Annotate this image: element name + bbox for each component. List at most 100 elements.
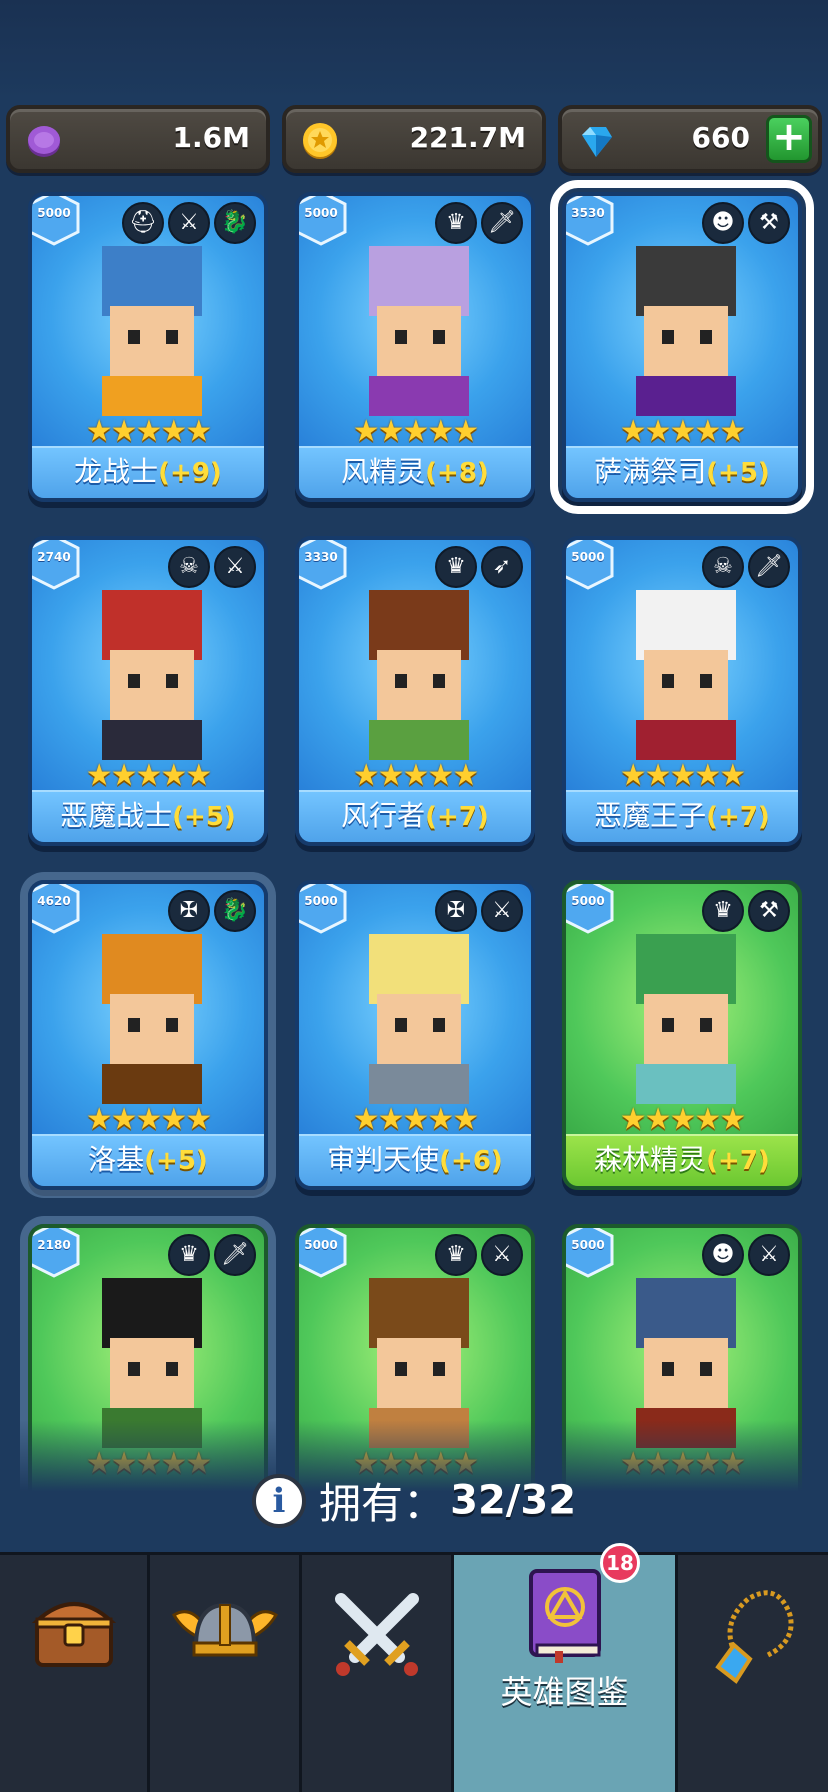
gold-coin-counter: 221.7M [282, 105, 546, 173]
power-value: 5000 [304, 206, 338, 220]
demon-icon: ☠ [702, 546, 744, 588]
hero-level: (+5) [172, 802, 236, 832]
gold-coin-icon [303, 123, 337, 159]
demon-icon: ☠ [168, 546, 210, 588]
tab-equipment[interactable] [678, 1555, 828, 1792]
star-rating: ★★★★★ [85, 1102, 212, 1137]
hero-name-bar: 森林精灵(+7) [566, 1134, 798, 1186]
hero-level: (+7) [706, 802, 770, 832]
tab-heroes[interactable] [150, 1555, 302, 1792]
hero-card[interactable]: 2740 ☠ ⚔ ★★★★★ 恶魔战士(+5) [28, 536, 268, 846]
power-value: 4620 [37, 894, 71, 908]
tab-hero-codex-label: 英雄图鉴 [500, 1673, 629, 1711]
hero-name: 风精灵 [341, 455, 426, 488]
info-icon[interactable]: i [251, 1473, 306, 1528]
hero-level: (+9) [158, 458, 222, 488]
add-gems-button[interactable]: + [766, 115, 812, 163]
hero-name: 审判天使 [327, 1143, 440, 1176]
power-value: 5000 [571, 894, 605, 908]
status-bar-area [0, 0, 828, 100]
purple-coin-icon [28, 126, 60, 157]
hero-portrait [102, 590, 202, 760]
hero-card[interactable]: 3530 ☻ ⚒ ★★★★★ 萨满祭司(+5) [550, 180, 814, 514]
sword-icon: ⚔ [481, 1234, 523, 1276]
star-rating: ★★★★★ [85, 758, 212, 793]
hero-level: (+5) [706, 458, 770, 488]
gem-icon [582, 127, 612, 157]
star-rating: ★★★★★ [619, 414, 746, 449]
hero-card[interactable]: 3330 ♛ ➶ ★★★★★ 风行者(+7) [295, 536, 535, 846]
orc-icon: ☻ [702, 202, 744, 244]
hero-card[interactable]: 5000 ⛑ ⚔ 🐉 ★★★★★ 龙战士(+9) [28, 192, 268, 502]
spellbook-icon [528, 1569, 601, 1663]
dagger-icon: 🗡 [748, 546, 790, 588]
hero-level: (+6) [439, 1146, 503, 1176]
hero-card[interactable]: 5000 ☠ 🗡 ★★★★★ 恶魔王子(+7) [562, 536, 802, 846]
hero-name: 洛基 [88, 1143, 145, 1176]
star-rating: ★★★★★ [619, 758, 746, 793]
power-value: 3530 [571, 206, 605, 220]
gem-counter: 660 + [558, 105, 822, 173]
tab-battle[interactable] [302, 1555, 454, 1792]
bottom-tab-bar: 18 英雄图鉴 [0, 1543, 828, 1792]
viking-helmet-icon [171, 1602, 278, 1657]
angel-icon: ✠ [168, 890, 210, 932]
star-rating: ★★★★★ [619, 1102, 746, 1137]
hero-name-bar: 风精灵(+8) [299, 446, 531, 498]
treasure-chest-icon [31, 1602, 116, 1667]
gold-coin-value: 221.7M [409, 121, 526, 154]
star-rating: ★★★★★ [352, 1102, 479, 1137]
hero-portrait [636, 246, 736, 416]
power-value: 5000 [571, 550, 605, 564]
dragon-icon: 🐉 [214, 202, 256, 244]
hero-portrait [636, 590, 736, 760]
hero-name-bar: 审判天使(+6) [299, 1134, 531, 1186]
elf-icon: ♛ [168, 1234, 210, 1276]
sword-icon: ⚔ [214, 546, 256, 588]
dagger-icon: 🗡 [214, 1234, 256, 1276]
hero-name: 龙战士 [74, 455, 159, 488]
helmet-icon: ⛑ [122, 202, 164, 244]
star-rating: ★★★★★ [85, 414, 212, 449]
hero-level: (+5) [144, 1146, 208, 1176]
power-value: 5000 [571, 1238, 605, 1252]
hammer-icon: ⚒ [748, 890, 790, 932]
sword-icon: ⚔ [748, 1234, 790, 1276]
crossed-swords-icon [334, 1593, 419, 1676]
orc-icon: ☻ [702, 1234, 744, 1276]
hero-level: (+8) [425, 458, 489, 488]
elf-icon: ♛ [435, 202, 477, 244]
hero-name-bar: 洛基(+5) [32, 1134, 264, 1186]
elf-icon: ♛ [435, 1234, 477, 1276]
hero-name-bar: 风行者(+7) [299, 790, 531, 842]
hero-card[interactable]: 5000 ♛ ⚒ ★★★★★ 森林精灵(+7) [562, 880, 802, 1190]
bow-icon: ➶ [481, 546, 523, 588]
hero-portrait [102, 246, 202, 416]
owned-label: 拥有： [319, 1479, 446, 1528]
hero-level: (+7) [425, 802, 489, 832]
owned-count: 32/32 [450, 1477, 577, 1524]
hero-name: 萨满祭司 [594, 455, 707, 488]
hero-card[interactable]: 5000 ✠ ⚔ ★★★★★ 审判天使(+6) [295, 880, 535, 1190]
hero-portrait [369, 246, 469, 416]
hero-portrait [369, 590, 469, 760]
angel-icon: ✠ [435, 890, 477, 932]
tab-hero-codex[interactable]: 18 英雄图鉴 [454, 1543, 678, 1792]
star-rating: ★★★★★ [352, 758, 479, 793]
hero-name: 风行者 [341, 799, 426, 832]
hero-name-bar: 萨满祭司(+5) [566, 446, 798, 498]
tab-treasure[interactable] [0, 1555, 150, 1792]
hero-card[interactable]: 4620 ✠ 🐉 ★★★★★ 洛基(+5) [28, 880, 268, 1190]
dagger-icon: 🗡 [481, 202, 523, 244]
purple-coin-counter: 1.6M [6, 105, 270, 173]
sword-icon: ⚔ [481, 890, 523, 932]
hero-portrait [636, 934, 736, 1104]
hero-card[interactable]: 5000 ♛ 🗡 ★★★★★ 风精灵(+8) [295, 192, 535, 502]
hero-name: 森林精灵 [594, 1143, 707, 1176]
power-value: 3330 [304, 550, 338, 564]
power-value: 2180 [37, 1238, 71, 1252]
star-rating: ★★★★★ [352, 414, 479, 449]
hero-name-bar: 恶魔战士(+5) [32, 790, 264, 842]
hero-name: 恶魔王子 [594, 799, 707, 832]
power-value: 5000 [304, 894, 338, 908]
